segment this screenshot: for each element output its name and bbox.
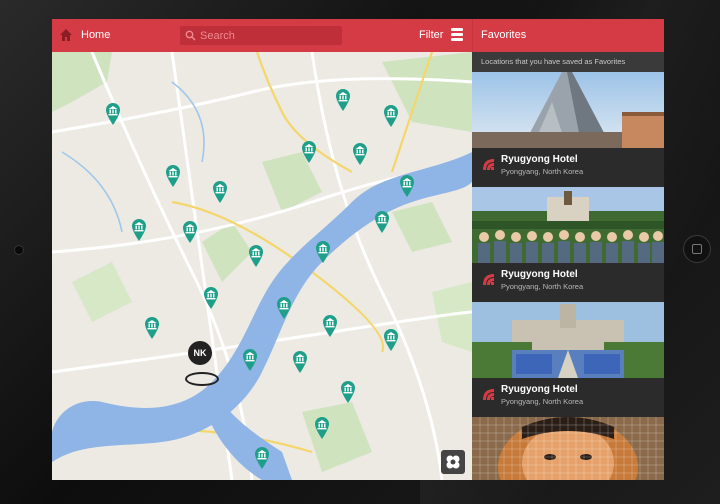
museum-pin-icon[interactable] [383, 328, 399, 352]
favorite-caption: Ryugyong Hotel Pyongyang, North Korea [472, 148, 664, 187]
favorite-item[interactable] [472, 417, 664, 480]
favorites-panel: Locations that you have saved as Favorit… [472, 52, 664, 480]
favorite-photo [472, 417, 664, 480]
favorite-name: Ryugyong Hotel [501, 154, 578, 165]
museum-pin-icon[interactable] [276, 296, 292, 320]
museum-pin-icon[interactable] [340, 380, 356, 404]
museum-pin-icon[interactable] [315, 240, 331, 264]
museum-pin-icon[interactable] [131, 218, 147, 242]
favorite-photo [472, 187, 664, 263]
search-box[interactable] [180, 26, 342, 45]
museum-pin-icon[interactable] [248, 244, 264, 268]
museum-pin-icon[interactable] [203, 286, 219, 310]
museum-pin-icon[interactable] [105, 102, 121, 126]
favorite-location: Pyongyang, North Korea [501, 282, 584, 291]
favorite-caption: Ryugyong Hotel Pyongyang, North Korea [472, 378, 664, 417]
favorite-logo-icon [483, 389, 494, 400]
hardware-home-button[interactable] [683, 235, 711, 263]
favorites-subtitle: Locations that you have saved as Favorit… [481, 57, 626, 66]
favorite-item[interactable]: Ryugyong Hotel Pyongyang, North Korea [472, 187, 664, 302]
map-header: Home Filter [52, 19, 472, 52]
museum-pin-icon[interactable] [165, 164, 181, 188]
favorite-photo [472, 72, 664, 148]
museum-pin-icon[interactable] [374, 210, 390, 234]
favorite-logo-icon [483, 274, 494, 285]
favorite-location: Pyongyang, North Korea [501, 167, 584, 176]
location-marker-icon[interactable]: NK [188, 341, 212, 365]
museum-pin-icon[interactable] [144, 316, 160, 340]
menu-icon[interactable] [451, 28, 463, 41]
home-icon[interactable] [59, 28, 73, 42]
location-marker-ring [185, 372, 219, 386]
filter-button[interactable]: Filter [419, 29, 443, 41]
museum-pin-icon[interactable] [352, 142, 368, 166]
museum-pin-icon[interactable] [383, 104, 399, 128]
favorite-item[interactable]: Ryugyong Hotel Pyongyang, North Korea [472, 302, 664, 417]
museum-pin-icon[interactable] [301, 140, 317, 164]
favorite-logo-icon [483, 159, 494, 170]
museum-pin-icon[interactable] [182, 220, 198, 244]
favorites-title: Favorites [481, 29, 527, 41]
favorite-name: Ryugyong Hotel [501, 384, 578, 395]
favorites-header: Favorites [472, 19, 664, 52]
museum-pin-icon[interactable] [254, 446, 270, 470]
museum-pin-icon[interactable] [242, 348, 258, 372]
museum-pin-icon[interactable] [314, 416, 330, 440]
favorite-name: Ryugyong Hotel [501, 269, 578, 280]
search-input[interactable] [200, 28, 336, 43]
favorites-subtitle-bar: Locations that you have saved as Favorit… [472, 52, 664, 72]
top-bar: Home Filter Favorites [52, 19, 664, 52]
search-icon [185, 30, 196, 41]
app-screen: Home Filter Favorites [52, 19, 664, 480]
favorite-item[interactable]: Ryugyong Hotel Pyongyang, North Korea [472, 72, 664, 187]
map-layers-button[interactable] [441, 450, 465, 474]
map-layers-icon [446, 455, 460, 469]
favorite-photo [472, 302, 664, 378]
museum-pin-icon[interactable] [399, 174, 415, 198]
favorite-caption: Ryugyong Hotel Pyongyang, North Korea [472, 263, 664, 302]
favorite-location: Pyongyang, North Korea [501, 397, 584, 406]
museum-pin-icon[interactable] [322, 314, 338, 338]
front-camera [14, 245, 24, 255]
museum-pin-icon[interactable] [212, 180, 228, 204]
home-link[interactable]: Home [81, 29, 110, 41]
map-view[interactable]: NK [52, 52, 472, 480]
museum-pin-icon[interactable] [292, 350, 308, 374]
museum-pin-icon[interactable] [335, 88, 351, 112]
